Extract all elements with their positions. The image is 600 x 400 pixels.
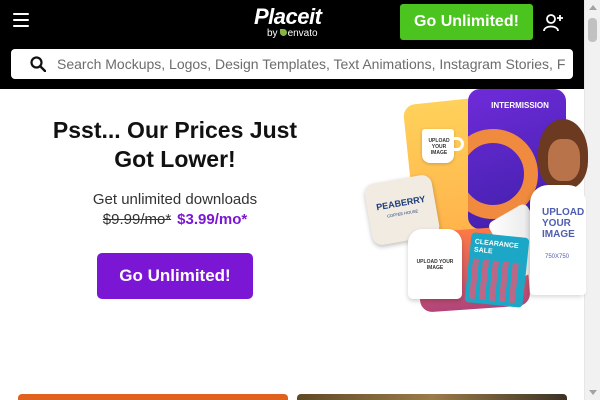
clearance-text: CLEARANCE SALE [473,238,519,256]
search-input[interactable] [57,49,567,79]
scroll-up-arrow-icon[interactable] [589,5,597,10]
scrollbar-thumb[interactable] [588,18,597,42]
go-unlimited-header-button[interactable]: Go Unlimited! [400,4,533,40]
logo-byline: by envato [267,28,318,40]
menu-icon[interactable] [13,12,29,28]
envato-leaf-icon [279,29,287,36]
scroll-down-arrow-icon[interactable] [589,390,597,395]
logo-brand: envato [287,28,318,39]
vertical-scrollbar[interactable] [584,0,600,400]
person-face [548,139,580,181]
price-row: $9.99/mo* $3.99/mo* [40,210,310,230]
product-collage-image: INTERMISSION UPLOAD YOUR IMAGE 750X750 U… [360,89,588,325]
search-icon[interactable] [30,56,46,72]
search-bar [11,49,573,79]
hoodie-mockup: UPLOAD YOUR IMAGE [408,229,462,299]
hero-subtitle: Get unlimited downloads [92,191,258,208]
logo-by: by [267,28,278,39]
intermission-text: INTERMISSION [491,101,549,110]
tshirt-mockup [530,185,586,295]
clearance-sale-card: CLEARANCE SALE [464,232,530,308]
old-price: $9.99/mo* [102,211,172,228]
new-price: $3.99/mo* [177,211,248,228]
mug-upload-text: UPLOAD YOUR IMAGE [428,138,450,156]
go-unlimited-hero-button[interactable]: Go Unlimited! [97,253,253,299]
hero-title: Psst... Our Prices Just Got Lower! [52,117,298,172]
tshirt-upload-text: UPLOAD YOUR IMAGE [542,207,585,240]
category-card-right[interactable] [297,394,567,400]
top-header: Placeit by envato Go Unlimited! [0,0,584,89]
logo-wordmark: Placeit [254,4,322,29]
user-add-icon[interactable] [543,13,565,33]
page: Placeit by envato Go Unlimited! Psst... O… [0,0,600,400]
decorative-ring [468,129,538,219]
category-card-left[interactable] [18,394,288,400]
hoodie-upload-text: UPLOAD YOUR IMAGE [416,259,454,271]
clearance-graphic [468,258,523,304]
tshirt-size-text: 750X750 [545,254,570,260]
placeit-logo[interactable]: Placeit by envato [254,4,334,40]
